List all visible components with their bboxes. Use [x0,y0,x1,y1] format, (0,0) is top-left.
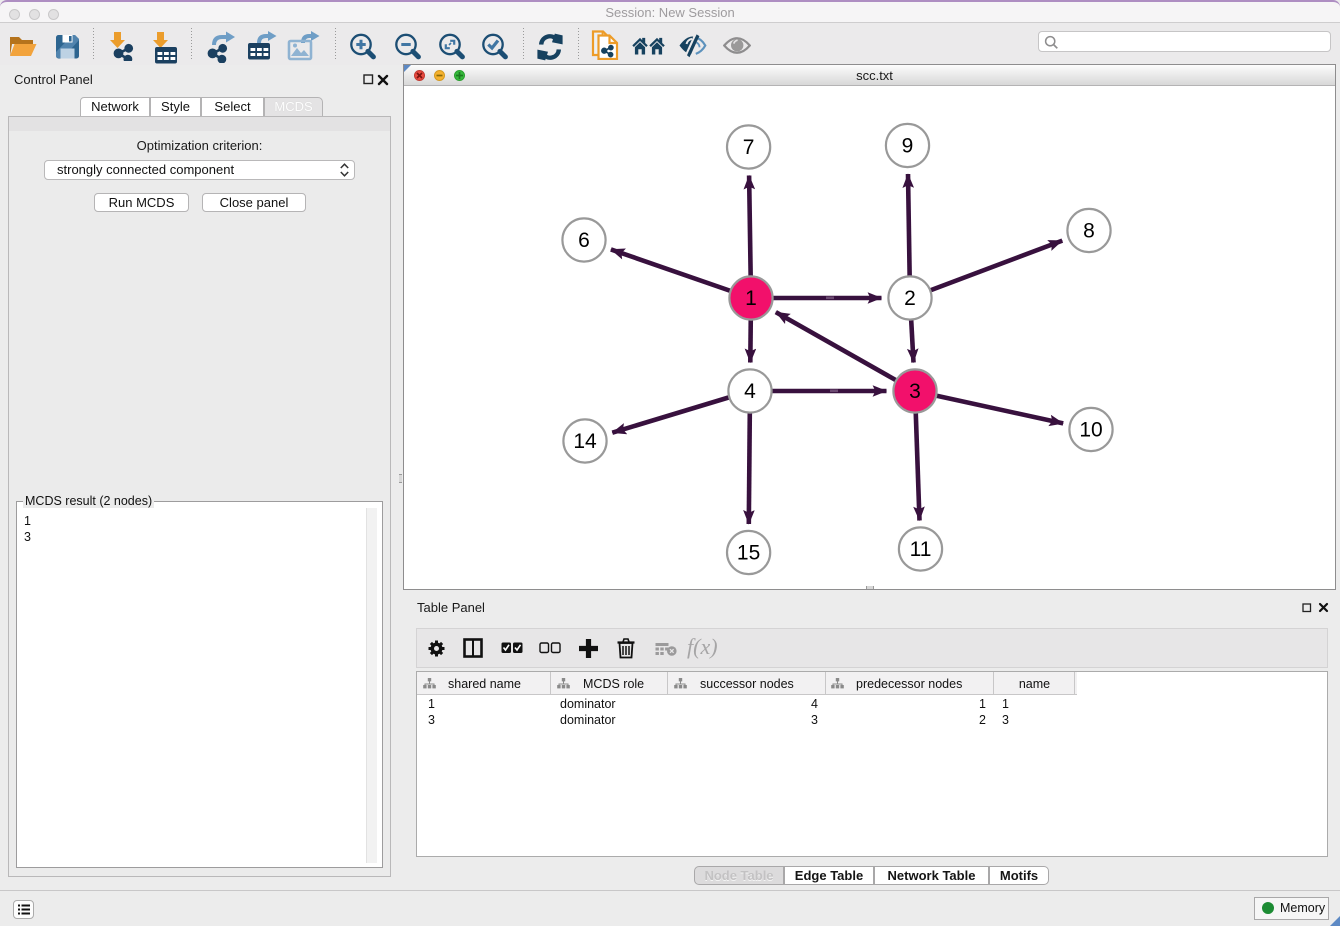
svg-text:11: 11 [910,538,932,561]
svg-text:4: 4 [744,380,756,403]
svg-text:3: 3 [909,380,921,403]
svg-text:9: 9 [902,135,914,158]
svg-text:15: 15 [737,542,760,565]
svg-text:14: 14 [573,430,597,453]
svg-text:8: 8 [1083,220,1095,243]
svg-text:10: 10 [1079,419,1102,442]
svg-text:6: 6 [578,229,590,252]
svg-text:1: 1 [745,287,757,310]
svg-text:2: 2 [904,287,916,310]
svg-text:7: 7 [743,136,755,159]
